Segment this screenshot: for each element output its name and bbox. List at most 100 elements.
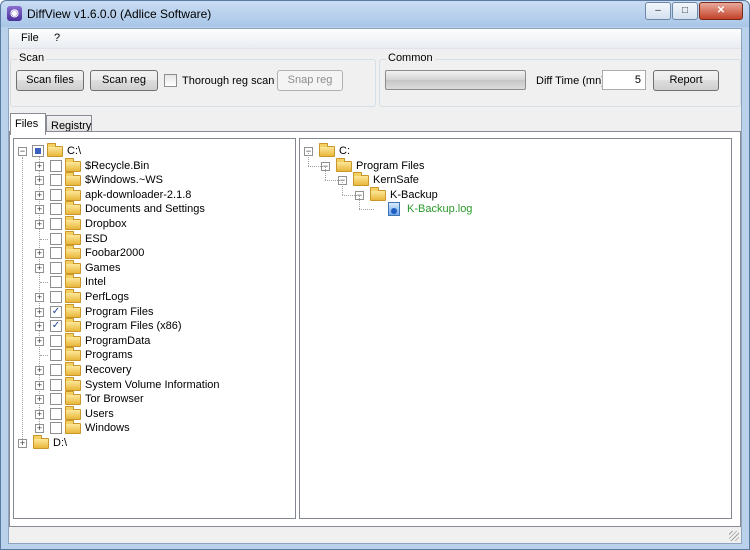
expand-icon[interactable]: + [35, 336, 44, 346]
tree-node[interactable]: − KernSafe [300, 172, 720, 188]
tree-node[interactable]: + ✓ Program Files [14, 303, 284, 320]
diff-tree-pane[interactable]: − C: − Program Files − KernSafe − K-Backup K-Bac… [299, 138, 732, 519]
tree-checkbox[interactable] [50, 247, 62, 260]
tree-node[interactable]: + ✓ Program Files (x86) [14, 318, 284, 334]
tree-node[interactable]: ESD [14, 230, 284, 247]
minimize-button[interactable]: – [645, 2, 671, 20]
log-file-icon [388, 202, 400, 217]
tree-node[interactable]: − C: [300, 143, 720, 159]
tree-guide-line [308, 165, 323, 167]
scan-files-button[interactable]: Scan files [16, 70, 84, 91]
menu-file[interactable]: File [21, 32, 39, 44]
tree-checkbox[interactable] [50, 422, 62, 435]
tree-node-label: Foobar2000 [85, 247, 145, 260]
expand-icon[interactable]: + [35, 176, 44, 186]
scan-group-label: Scan [17, 52, 47, 64]
tree-checkbox[interactable] [50, 203, 62, 216]
tree-checkbox[interactable] [50, 188, 62, 201]
thorough-reg-scan-label: Thorough reg scan [182, 75, 275, 87]
tree-checkbox[interactable] [50, 407, 62, 420]
tree-node[interactable]: + PerfLogs [14, 289, 284, 305]
tree-node[interactable]: + $Recycle.Bin [14, 157, 284, 174]
tree-node[interactable]: + Foobar2000 [14, 245, 284, 261]
tree-node-label: Program Files [356, 159, 425, 172]
expand-icon[interactable]: + [35, 263, 44, 273]
menu-help[interactable]: ? [54, 32, 60, 44]
expand-icon[interactable]: + [35, 220, 44, 229]
tree-node[interactable]: + ProgramData [14, 332, 284, 349]
tree-checkbox[interactable] [50, 218, 62, 230]
tree-node[interactable]: + Windows [14, 420, 284, 436]
tree-checkbox[interactable] [50, 349, 62, 362]
source-tree-pane[interactable]: − C:\ + $Recycle.Bin + $Windows.~WS + apk-downl… [13, 138, 296, 519]
folder-icon [33, 435, 49, 449]
snap-reg-button[interactable]: Snap reg [277, 70, 343, 91]
tree-checkbox[interactable] [50, 334, 62, 347]
tree-node-label: System Volume Information [85, 378, 220, 391]
window-controls: – □ ✕ [644, 2, 743, 20]
resize-grip-icon[interactable] [729, 531, 739, 541]
collapse-icon[interactable]: − [18, 147, 27, 156]
tree-node[interactable]: + $Windows.~WS [14, 172, 284, 188]
tree-checkbox[interactable] [50, 232, 62, 245]
tree-checkbox[interactable] [50, 159, 62, 172]
expand-icon[interactable]: + [18, 439, 27, 448]
tree-checkbox[interactable] [32, 145, 44, 157]
tree-checkbox[interactable] [50, 364, 62, 376]
tree-checkbox[interactable] [50, 276, 62, 289]
common-group-label: Common [386, 52, 435, 64]
tree-root-node[interactable]: − C:\ [14, 143, 284, 159]
expand-icon[interactable]: + [35, 395, 44, 405]
expand-icon[interactable]: + [35, 307, 44, 317]
tree-checkbox[interactable] [50, 378, 62, 391]
tree-node[interactable]: + System Volume Information [14, 376, 284, 393]
tree-node[interactable]: + apk-downloader-2.1.8 [14, 186, 284, 203]
expand-icon[interactable]: + [35, 161, 44, 171]
tree-node[interactable]: − Program Files [300, 157, 720, 174]
tree-node[interactable]: + Games [14, 259, 284, 276]
tree-guide-line [325, 167, 326, 181]
tree-node[interactable]: Intel [14, 274, 284, 290]
tree-guide-line [40, 238, 48, 240]
close-button[interactable]: ✕ [699, 2, 743, 20]
expand-icon[interactable]: + [35, 409, 44, 419]
folder-icon [47, 143, 63, 157]
tree-node[interactable]: + Documents and Settings [14, 201, 284, 217]
tree-checkbox[interactable] [50, 291, 62, 303]
expand-icon[interactable]: + [35, 380, 44, 390]
common-group: Common Diff Time (mn) 5 Report [379, 52, 741, 107]
expand-icon[interactable]: + [35, 249, 44, 259]
tree-node[interactable]: + Tor Browser [14, 391, 284, 407]
tab-files[interactable]: Files [10, 113, 46, 135]
diff-time-input[interactable]: 5 [602, 70, 646, 90]
tree-node[interactable]: − K-Backup [300, 186, 720, 203]
tree-checkbox[interactable]: ✓ [50, 320, 62, 333]
tree-node-label: Program Files (x86) [85, 320, 182, 333]
tree-checkbox[interactable] [50, 393, 62, 406]
menu-bar: File ? [9, 29, 741, 49]
report-button[interactable]: Report [653, 70, 719, 91]
expand-icon[interactable]: + [35, 293, 44, 302]
scan-reg-button[interactable]: Scan reg [90, 70, 158, 91]
folder-icon [65, 391, 81, 406]
tree-node-label: KernSafe [373, 174, 419, 187]
thorough-reg-scan-checkbox[interactable] [164, 74, 177, 87]
folder-icon [65, 289, 81, 303]
tree-checkbox[interactable] [50, 174, 62, 187]
maximize-button[interactable]: □ [672, 2, 698, 20]
tree-node[interactable]: + Users [14, 405, 284, 422]
tree-node-label: Windows [85, 422, 130, 435]
tree-node-label: Games [85, 261, 121, 274]
expand-icon[interactable]: + [35, 190, 44, 200]
tree-node[interactable]: + Recovery [14, 362, 284, 378]
tree-node[interactable]: + Dropbox [14, 216, 284, 232]
tree-checkbox[interactable] [50, 261, 62, 274]
expand-icon[interactable]: + [35, 366, 44, 375]
expand-icon[interactable]: + [35, 424, 44, 434]
expand-icon[interactable]: + [35, 322, 44, 332]
title-bar[interactable]: ◉ DiffView v1.6.0.0 (Adlice Software) – … [1, 1, 749, 27]
expand-icon[interactable]: + [35, 205, 44, 215]
tree-node[interactable]: Programs [14, 347, 284, 363]
tree-checkbox[interactable]: ✓ [50, 305, 62, 318]
tree-root-node[interactable]: + D:\ [14, 435, 284, 451]
